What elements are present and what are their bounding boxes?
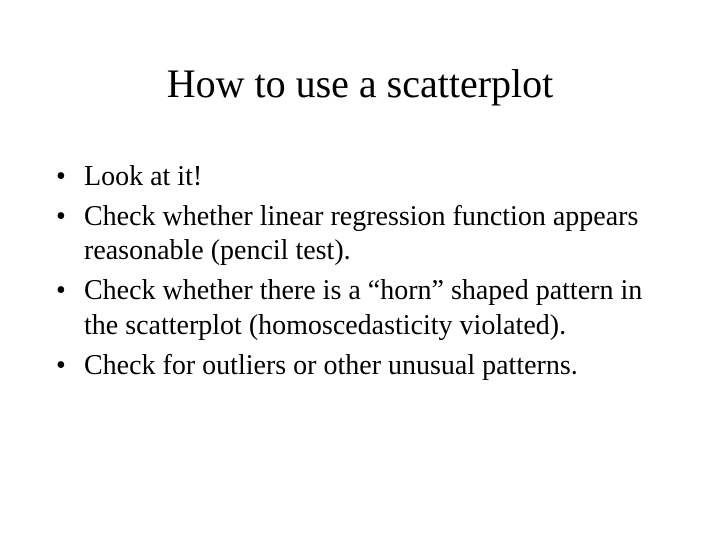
slide: How to use a scatterplot Look at it! Che… <box>0 0 720 540</box>
list-item: Look at it! <box>54 160 666 194</box>
list-item: Check whether linear regression function… <box>54 200 666 268</box>
slide-body: Look at it! Check whether linear regress… <box>54 160 666 389</box>
list-item: Check whether there is a “horn” shaped p… <box>54 274 666 342</box>
slide-title: How to use a scatterplot <box>0 60 720 107</box>
list-item: Check for outliers or other unusual patt… <box>54 349 666 383</box>
bullet-list: Look at it! Check whether linear regress… <box>54 160 666 383</box>
